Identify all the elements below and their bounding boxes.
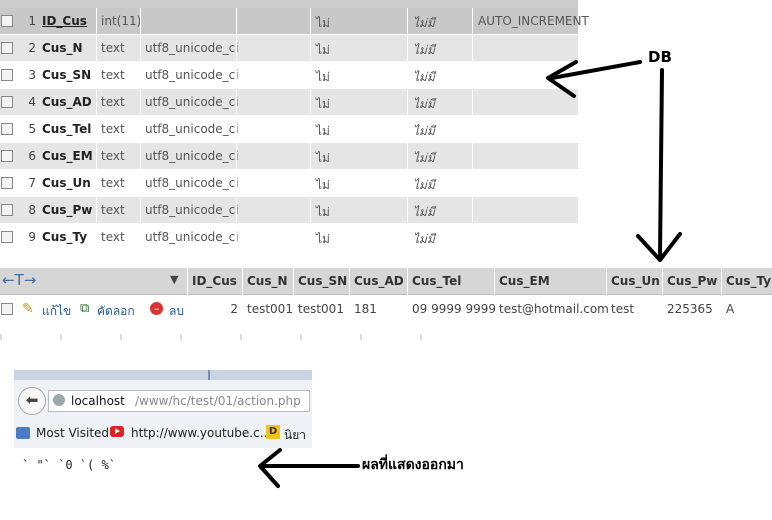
annotation-arrows — [258, 60, 682, 488]
db-label: DB — [648, 48, 672, 66]
db-arrow-head — [546, 60, 578, 98]
result-label: ผลที่แสดงออกมา — [362, 457, 464, 473]
down-arrow-line — [658, 68, 664, 258]
